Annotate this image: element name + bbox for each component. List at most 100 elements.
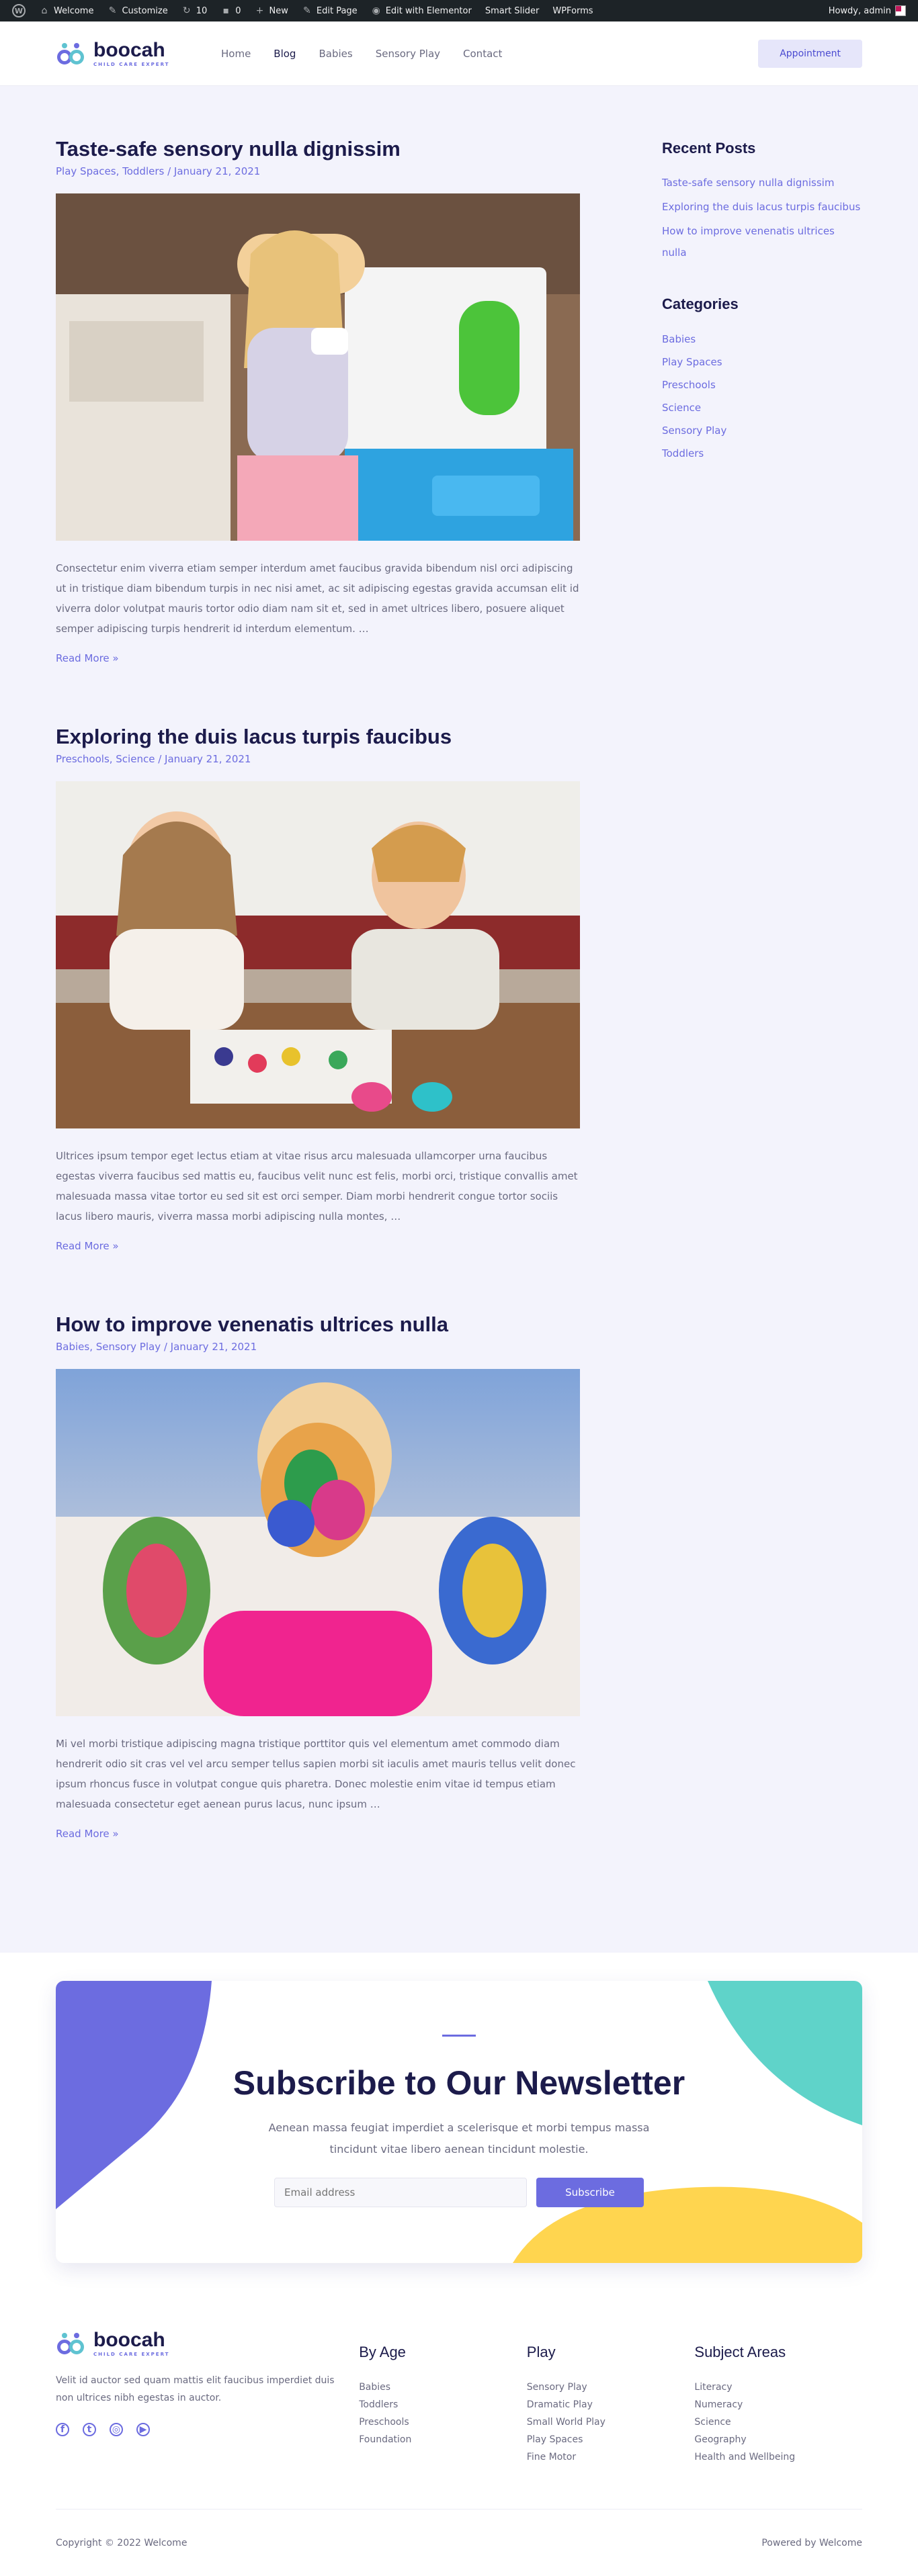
home-icon: ⌂ <box>41 5 48 16</box>
account-menu[interactable]: Howdy, admin <box>822 0 913 21</box>
footer-link[interactable]: Geography <box>694 2431 862 2448</box>
footer-link[interactable]: Fine Motor <box>527 2448 695 2466</box>
decor-blob-purple <box>56 1981 212 2209</box>
email-field[interactable] <box>274 2178 527 2207</box>
new-content-menu[interactable]: + New <box>248 0 295 21</box>
post-title[interactable]: How to improve venenatis ultrices nulla <box>56 1311 580 1338</box>
footer-logo[interactable]: boocah CHILD CARE EXPERT <box>56 2330 197 2357</box>
category-link[interactable]: Babies <box>662 328 862 351</box>
footer-link[interactable]: Toddlers <box>359 2396 527 2413</box>
footer-column-subject-areas: Subject Areas Literacy Numeracy Science … <box>694 2330 862 2466</box>
footer-link[interactable]: Literacy <box>694 2379 862 2396</box>
updates-link[interactable]: ↻ 10 <box>175 0 214 21</box>
footer-link[interactable]: Health and Wellbeing <box>694 2448 862 2466</box>
elementor-link[interactable]: ◉ Edit with Elementor <box>364 0 478 21</box>
post-excerpt: Consectetur enim viverra etiam semper in… <box>56 562 579 635</box>
site-header: boocah CHILD CARE EXPERT Home Blog Babie… <box>0 21 918 86</box>
footer-link[interactable]: Play Spaces <box>527 2431 695 2448</box>
category-link[interactable]: Science <box>662 396 862 419</box>
newsletter-card: Subscribe to Our Newsletter Aenean massa… <box>56 1981 862 2263</box>
read-more-link[interactable]: Read More » <box>56 652 119 664</box>
footer-column-title: Play <box>526 2344 556 2360</box>
post-meta[interactable]: Preschools, Science / January 21, 2021 <box>56 753 580 765</box>
read-more-link[interactable]: Read More » <box>56 1828 119 1840</box>
site-name-menu[interactable]: ⌂ Welcome <box>32 0 100 21</box>
newsletter-form: Subscribe <box>56 2178 862 2207</box>
avatar <box>895 5 906 16</box>
post-title[interactable]: Taste-safe sensory nulla dignissim <box>56 136 580 163</box>
wpforms-link[interactable]: WPForms <box>546 0 599 21</box>
logo-icon <box>56 40 88 67</box>
customize-link[interactable]: ✎ Customize <box>100 0 174 21</box>
footer-about: boocah CHILD CARE EXPERT Velit id auctor… <box>56 2330 359 2466</box>
powered-by-text: Powered by Welcome <box>761 2537 862 2548</box>
footer-column-title: Subject Areas <box>694 2344 786 2360</box>
logo-name: boocah <box>93 2329 165 2351</box>
footer-link[interactable]: Foundation <box>359 2431 527 2448</box>
post-image[interactable] <box>56 193 580 541</box>
post-title[interactable]: Exploring the duis lacus turpis faucibus <box>56 723 580 750</box>
category-link[interactable]: Preschools <box>662 373 862 396</box>
post-meta[interactable]: Babies, Sensory Play / January 21, 2021 <box>56 1341 580 1353</box>
nav-contact[interactable]: Contact <box>463 48 502 60</box>
facebook-icon[interactable]: f <box>56 2423 69 2436</box>
post-card: Taste-safe sensory nulla dignissim Play … <box>56 136 580 664</box>
main-content: Taste-safe sensory nulla dignissim Play … <box>0 86 918 1953</box>
copyright-text: Copyright © 2022 Welcome <box>56 2537 187 2548</box>
post-excerpt: Ultrices ipsum tempor eget lectus etiam … <box>56 1150 578 1223</box>
main-nav: Home Blog Babies Sensory Play Contact <box>221 48 502 60</box>
nav-home[interactable]: Home <box>221 48 251 60</box>
footer-link[interactable]: Small World Play <box>527 2413 695 2431</box>
footer-link[interactable]: Science <box>694 2413 862 2431</box>
nav-sensory-play[interactable]: Sensory Play <box>376 48 440 60</box>
footer-link[interactable]: Babies <box>359 2379 527 2396</box>
accent-line <box>442 2035 476 2037</box>
footer-column-title: By Age <box>359 2344 406 2360</box>
post-image[interactable] <box>56 781 580 1128</box>
nav-blog[interactable]: Blog <box>274 48 296 60</box>
category-link[interactable]: Toddlers <box>662 442 862 465</box>
categories-widget: Categories Babies Play Spaces Preschools… <box>662 296 862 465</box>
footer-about-text: Velit id auctor sed quam mattis elit fau… <box>56 2375 335 2403</box>
logo-name: boocah <box>93 38 165 61</box>
site-logo[interactable]: boocah CHILD CARE EXPERT <box>56 40 197 67</box>
sidebar: Recent Posts Taste-safe sensory nulla di… <box>662 136 862 1899</box>
youtube-icon[interactable]: ▶ <box>136 2423 150 2436</box>
nav-babies[interactable]: Babies <box>319 48 352 60</box>
comments-link[interactable]: ▪ 0 <box>214 0 247 21</box>
pencil-icon: ✎ <box>303 5 311 16</box>
instagram-icon[interactable]: ◎ <box>110 2423 123 2436</box>
widget-title: Categories <box>662 296 739 312</box>
recent-post-link[interactable]: Exploring the duis lacus turpis faucibus <box>662 196 862 218</box>
post-meta[interactable]: Play Spaces, Toddlers / January 21, 2021 <box>56 165 580 177</box>
footer-bottom-bar: Copyright © 2022 Welcome Powered by Welc… <box>56 2509 862 2576</box>
appointment-button[interactable]: Appointment <box>758 39 862 68</box>
category-link[interactable]: Play Spaces <box>662 351 862 373</box>
admin-bar: W ⌂ Welcome ✎ Customize ↻ 10 ▪ 0 + New ✎ Edit … <box>0 0 918 21</box>
subscribe-button[interactable]: Subscribe <box>536 2178 644 2207</box>
category-link[interactable]: Sensory Play <box>662 419 862 442</box>
edit-page-link[interactable]: ✎ Edit Page <box>295 0 364 21</box>
twitter-icon[interactable]: t <box>83 2423 96 2436</box>
post-list: Taste-safe sensory nulla dignissim Play … <box>56 136 580 1899</box>
footer-column-by-age: By Age Babies Toddlers Preschools Founda… <box>359 2330 527 2466</box>
post-image[interactable] <box>56 1369 580 1716</box>
refresh-icon: ↻ <box>182 5 191 16</box>
elementor-icon: ◉ <box>372 5 380 16</box>
recent-post-link[interactable]: Taste-safe sensory nulla dignissim <box>662 172 862 193</box>
plus-icon: + <box>255 5 264 16</box>
read-more-link[interactable]: Read More » <box>56 1240 119 1252</box>
footer-link[interactable]: Sensory Play <box>527 2379 695 2396</box>
widget-title: Recent Posts <box>662 140 756 157</box>
recent-posts-widget: Recent Posts Taste-safe sensory nulla di… <box>662 140 862 263</box>
footer-link[interactable]: Numeracy <box>694 2396 862 2413</box>
wordpress-icon: W <box>12 4 26 17</box>
smart-slider-link[interactable]: Smart Slider <box>478 0 546 21</box>
footer-link[interactable]: Preschools <box>359 2413 527 2431</box>
brush-icon: ✎ <box>108 5 117 16</box>
post-card: Exploring the duis lacus turpis faucibus… <box>56 723 580 1252</box>
footer-link[interactable]: Dramatic Play <box>527 2396 695 2413</box>
wp-logo-menu[interactable]: W <box>5 0 32 21</box>
post-excerpt: Mi vel morbi tristique adipiscing magna … <box>56 1738 576 1810</box>
recent-post-link[interactable]: How to improve venenatis ultrices nulla <box>662 220 862 263</box>
